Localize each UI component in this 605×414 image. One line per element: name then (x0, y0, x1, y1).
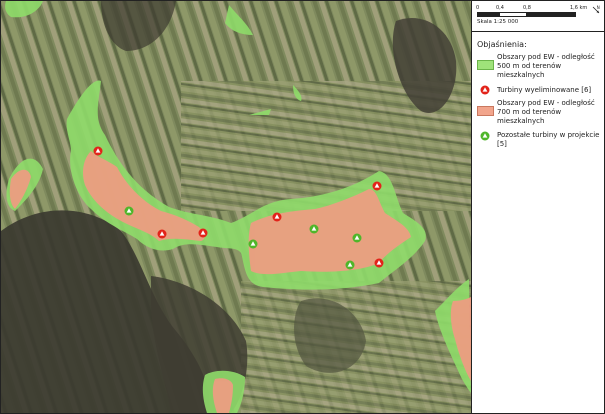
salmon-area-swatch (477, 106, 494, 116)
scale-segment (477, 12, 500, 17)
turbine-removed-marker (198, 228, 208, 238)
scale-segment (499, 12, 527, 17)
green-area-swatch (477, 60, 494, 70)
red-turbine-triangle-icon (480, 85, 490, 95)
turbine-removed-marker (372, 181, 382, 191)
legend-item-label: Obszary pod EW - odległość 500 m od tere… (497, 53, 595, 79)
legend-item-label: Pozostałe turbiny w projekcie [5] (497, 131, 600, 148)
turbine-removed-marker (93, 146, 103, 156)
legend-title: Objaśnienia: (477, 40, 527, 49)
turbine-removed-marker (157, 229, 167, 239)
turbine-remaining-marker (352, 233, 362, 243)
map-figure: 0 0,4 0,8 1,6 km Skala 1:25 000 N Objaśn… (0, 0, 605, 414)
turbine-remaining-marker (309, 224, 319, 234)
green-turbine-triangle-icon (480, 131, 490, 141)
scale-segment (526, 12, 576, 17)
legend-item-label: Obszary pod EW - odległość 700 m od tere… (497, 99, 595, 125)
scale-label: Skala 1:25 000 (477, 19, 519, 25)
scale-tick: 1,6 km (570, 5, 588, 11)
legend-item-zone-500: Obszary pod EW - odległość 500 m od tere… (477, 53, 602, 83)
legend-item-zone-700: Obszary pod EW - odległość 700 m od tere… (477, 99, 602, 129)
scale-tick: 0,4 (496, 5, 504, 11)
north-arrow-icon: N (592, 5, 600, 14)
turbine-remaining-marker (345, 260, 355, 270)
turbine-remaining-marker (248, 239, 258, 249)
turbine-remaining-marker (124, 206, 134, 216)
legend-item-label: Turbiny wyeliminowane [6] (497, 86, 592, 94)
scale-tick: 0 (476, 5, 480, 11)
legend-panel: 0 0,4 0,8 1,6 km Skala 1:25 000 N Objaśn… (471, 1, 604, 413)
scale-tick: 0,8 (523, 5, 531, 11)
svg-text:N: N (597, 5, 600, 10)
legend-item-turbine-remaining: Pozostałe turbiny w projekcie [5] (477, 131, 602, 151)
scale-bar-box: 0 0,4 0,8 1,6 km Skala 1:25 000 N (472, 1, 604, 32)
turbine-removed-marker (272, 212, 282, 222)
aerial-map (1, 1, 471, 413)
legend-item-turbine-removed: Turbiny wyeliminowane [6] (477, 85, 602, 97)
turbine-removed-marker (374, 258, 384, 268)
